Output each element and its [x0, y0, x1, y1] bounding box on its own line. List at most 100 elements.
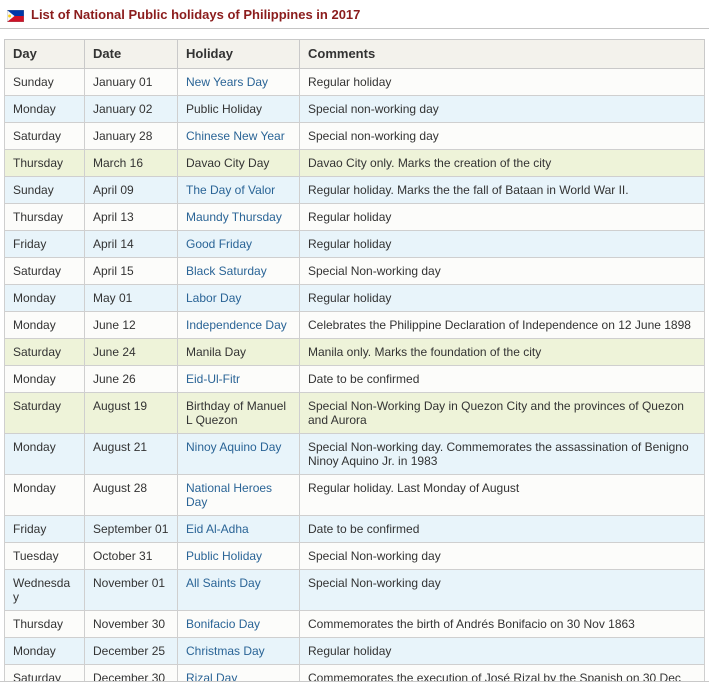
date-cell: June 24 — [85, 339, 178, 366]
table-row: Sunday January 01 New Years Day Regular … — [5, 69, 705, 96]
date-cell: January 02 — [85, 96, 178, 123]
day-cell: Saturday — [5, 339, 85, 366]
day-cell: Friday — [5, 516, 85, 543]
table-row: Friday September 01 Eid Al-Adha Date to … — [5, 516, 705, 543]
holiday-cell: Rizal Day — [178, 665, 300, 682]
table-row: Saturday December 30 Rizal Day Commemora… — [5, 665, 705, 682]
table-row: Monday June 26 Eid-Ul-Fitr Date to be co… — [5, 366, 705, 393]
day-cell: Saturday — [5, 393, 85, 434]
date-cell: January 28 — [85, 123, 178, 150]
day-cell: Thursday — [5, 150, 85, 177]
comments-cell: Special Non-working day — [300, 258, 705, 285]
table-row: Wednesday November 01 All Saints Day Spe… — [5, 570, 705, 611]
holiday-link[interactable]: Maundy Thursday — [186, 210, 282, 224]
comments-cell: Regular holiday. Marks the the fall of B… — [300, 177, 705, 204]
holiday-cell: The Day of Valor — [178, 177, 300, 204]
table-row: Thursday March 16 Davao City Day Davao C… — [5, 150, 705, 177]
comments-cell: Regular holiday — [300, 204, 705, 231]
holiday-cell: Good Friday — [178, 231, 300, 258]
comments-cell: Regular holiday — [300, 69, 705, 96]
table-row: Monday August 28 National Heroes Day Reg… — [5, 475, 705, 516]
day-cell: Monday — [5, 96, 85, 123]
holiday-link[interactable]: Independence Day — [186, 318, 287, 332]
day-cell: Monday — [5, 285, 85, 312]
holiday-cell: Public Holiday — [178, 543, 300, 570]
table-row: Monday December 25 Christmas Day Regular… — [5, 638, 705, 665]
page: List of National Public holidays of Phil… — [0, 0, 709, 682]
holiday-link[interactable]: The Day of Valor — [186, 183, 275, 197]
col-header-date: Date — [85, 40, 178, 69]
table-header: Day Date Holiday Comments — [5, 40, 705, 69]
holiday-link[interactable]: Rizal Day — [186, 671, 237, 682]
page-title: List of National Public holidays of Phil… — [31, 7, 360, 22]
holiday-link[interactable]: Ninoy Aquino Day — [186, 440, 281, 454]
date-cell: April 15 — [85, 258, 178, 285]
day-cell: Sunday — [5, 177, 85, 204]
comments-cell: Special non-working day — [300, 96, 705, 123]
comments-cell: Special Non-working day — [300, 570, 705, 611]
day-cell: Saturday — [5, 123, 85, 150]
holiday-link[interactable]: Bonifacio Day — [186, 617, 260, 631]
table-row: Thursday April 13 Maundy Thursday Regula… — [5, 204, 705, 231]
table-row: Thursday November 30 Bonifacio Day Comme… — [5, 611, 705, 638]
table-header-row: Day Date Holiday Comments — [5, 40, 705, 69]
holiday-link[interactable]: All Saints Day — [186, 576, 261, 590]
holiday-link[interactable]: Eid Al-Adha — [186, 522, 249, 536]
col-header-holiday: Holiday — [178, 40, 300, 69]
table-row: Monday January 02 Public Holiday Special… — [5, 96, 705, 123]
holiday-cell: National Heroes Day — [178, 475, 300, 516]
day-cell: Thursday — [5, 204, 85, 231]
date-cell: June 12 — [85, 312, 178, 339]
holiday-cell: Public Holiday — [178, 96, 300, 123]
col-header-day: Day — [5, 40, 85, 69]
comments-cell: Regular holiday — [300, 285, 705, 312]
table-row: Sunday April 09 The Day of Valor Regular… — [5, 177, 705, 204]
date-cell: September 01 — [85, 516, 178, 543]
table-row: Saturday August 19 Birthday of Manuel L … — [5, 393, 705, 434]
holiday-link[interactable]: New Years Day — [186, 75, 268, 89]
comments-cell: Celebrates the Philippine Declaration of… — [300, 312, 705, 339]
holiday-cell: Davao City Day — [178, 150, 300, 177]
holiday-link[interactable]: National Heroes Day — [186, 481, 272, 509]
table-row: Saturday January 28 Chinese New Year Spe… — [5, 123, 705, 150]
date-cell: November 01 — [85, 570, 178, 611]
date-cell: August 19 — [85, 393, 178, 434]
holiday-cell: Eid Al-Adha — [178, 516, 300, 543]
table-row: Saturday June 24 Manila Day Manila only.… — [5, 339, 705, 366]
holiday-link[interactable]: Chinese New Year — [186, 129, 285, 143]
comments-cell: Regular holiday. Last Monday of August — [300, 475, 705, 516]
holiday-cell: Independence Day — [178, 312, 300, 339]
comments-cell: Regular holiday — [300, 231, 705, 258]
holiday-link[interactable]: Good Friday — [186, 237, 252, 251]
comments-cell: Commemorates the execution of José Rizal… — [300, 665, 705, 682]
date-cell: June 26 — [85, 366, 178, 393]
comments-cell: Date to be confirmed — [300, 516, 705, 543]
comments-cell: Davao City only. Marks the creation of t… — [300, 150, 705, 177]
day-cell: Monday — [5, 434, 85, 475]
holiday-cell: Labor Day — [178, 285, 300, 312]
holiday-text: Public Holiday — [186, 102, 262, 116]
holiday-link[interactable]: Eid-Ul-Fitr — [186, 372, 240, 386]
date-cell: November 30 — [85, 611, 178, 638]
day-cell: Saturday — [5, 258, 85, 285]
day-cell: Wednesday — [5, 570, 85, 611]
date-cell: April 13 — [85, 204, 178, 231]
holiday-cell: Christmas Day — [178, 638, 300, 665]
holiday-link[interactable]: Black Saturday — [186, 264, 267, 278]
comments-cell: Special Non-Working Day in Quezon City a… — [300, 393, 705, 434]
holiday-link[interactable]: Labor Day — [186, 291, 241, 305]
date-cell: December 30 — [85, 665, 178, 682]
holiday-cell: Maundy Thursday — [178, 204, 300, 231]
holiday-text: Birthday of Manuel L Quezon — [186, 399, 286, 427]
day-cell: Sunday — [5, 69, 85, 96]
holiday-link[interactable]: Christmas Day — [186, 644, 265, 658]
comments-cell: Date to be confirmed — [300, 366, 705, 393]
comments-cell: Special non-working day — [300, 123, 705, 150]
table-body: Sunday January 01 New Years Day Regular … — [5, 69, 705, 682]
holiday-cell: Black Saturday — [178, 258, 300, 285]
date-cell: March 16 — [85, 150, 178, 177]
day-cell: Monday — [5, 475, 85, 516]
day-cell: Saturday — [5, 665, 85, 682]
holiday-link[interactable]: Public Holiday — [186, 549, 262, 563]
day-cell: Monday — [5, 366, 85, 393]
